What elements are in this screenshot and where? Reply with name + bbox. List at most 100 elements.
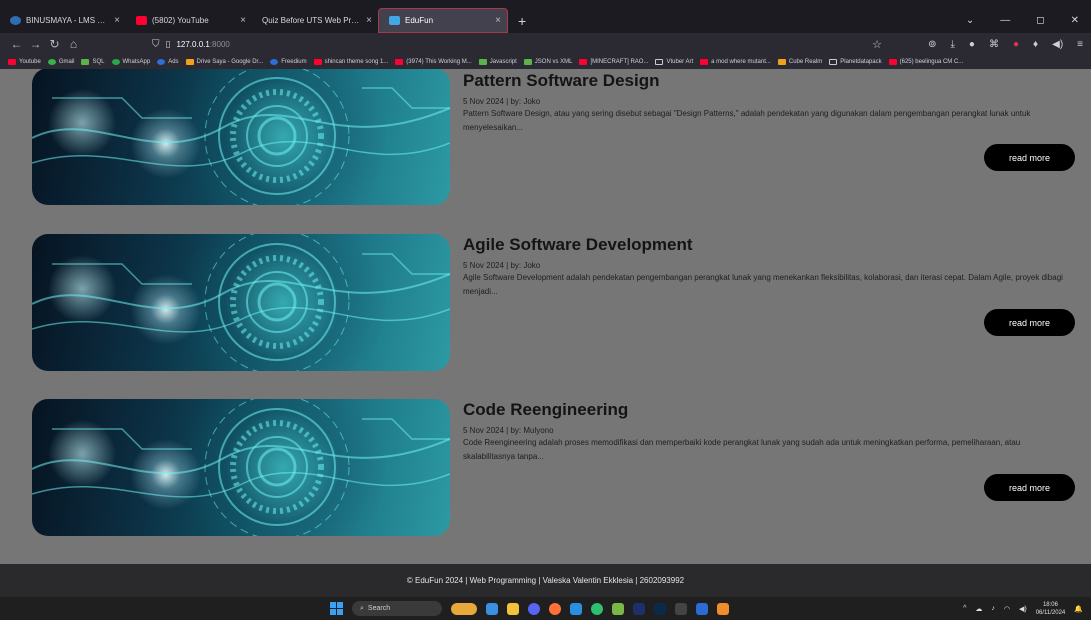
close-tab-icon[interactable]: ×	[114, 15, 120, 26]
extension-icon[interactable]: ♦	[1033, 39, 1038, 50]
reload-icon[interactable]: ↻	[46, 37, 63, 51]
bookmark-item[interactable]: Vtuber Art	[655, 59, 693, 65]
bookmark-item[interactable]: Freedium	[270, 59, 307, 65]
windows-start-icon[interactable]	[330, 602, 343, 615]
premiere-icon[interactable]	[633, 602, 645, 615]
account-icon[interactable]: ●	[969, 39, 975, 50]
article-thumbnail[interactable]	[32, 234, 450, 371]
tab-edufun[interactable]: EduFun ×	[378, 8, 508, 33]
youtube-icon	[579, 59, 588, 65]
close-tab-icon[interactable]: ×	[240, 15, 246, 26]
address-bar[interactable]: ⛉ ▯ 127.0.0.1:8000 ☆	[152, 35, 882, 53]
bookmark-item[interactable]: JSON vs XML	[523, 59, 572, 65]
microphone-icon[interactable]: ♪	[991, 605, 995, 612]
article-thumbnail[interactable]	[32, 69, 450, 205]
tab-list-icon[interactable]: ⌄	[966, 15, 974, 26]
notification-bell-icon[interactable]: 🔔	[1074, 605, 1083, 613]
bookmark-item[interactable]: Youtube	[8, 59, 41, 65]
download-icon[interactable]: ⤓	[951, 39, 955, 50]
menu-icon[interactable]: ≡	[1077, 39, 1083, 50]
bookmark-item[interactable]: a mod where mutant...	[700, 59, 771, 65]
maximize-icon[interactable]: ◻	[1036, 15, 1044, 26]
browser-nav-bar: ← → ↻ ⌂ ⛉ ▯ 127.0.0.1:8000 ☆ ⊚ ⤓ ● ⌘ ● ♦…	[0, 33, 1091, 55]
bookmark-item[interactable]: Cube Realm	[777, 59, 822, 65]
article-meta: 5 Nov 2024 | by: Joko	[463, 261, 541, 270]
read-more-button[interactable]: read more	[984, 144, 1075, 171]
binusmaya-icon	[10, 16, 21, 25]
minimize-icon[interactable]: —	[1000, 15, 1010, 26]
taskbar-search[interactable]: ⌕ Search	[352, 601, 442, 616]
word-icon[interactable]	[696, 602, 708, 615]
w3schools-icon	[523, 59, 532, 65]
sql-icon	[81, 59, 90, 65]
widgets-icon[interactable]	[451, 602, 477, 615]
bookmark-item[interactable]: (3974) This Working M...	[395, 59, 472, 65]
new-tab-button[interactable]: +	[508, 8, 536, 33]
green-app-icon[interactable]	[591, 602, 603, 615]
clock-date: 06/11/2024	[1035, 609, 1066, 616]
home-icon[interactable]: ⌂	[65, 37, 82, 51]
vscode-icon[interactable]	[570, 602, 582, 615]
pocket-icon[interactable]: ⊚	[928, 39, 936, 50]
tech-circuit-image	[32, 69, 450, 205]
bookmark-item[interactable]: SQL	[81, 59, 105, 65]
youtube-icon	[136, 16, 147, 25]
firefox-icon[interactable]	[549, 602, 561, 615]
clock-time: 18:06	[1042, 601, 1058, 608]
article-title[interactable]: Pattern Software Design	[463, 71, 660, 91]
bookmark-item[interactable]: Gmail	[47, 59, 74, 65]
article-title[interactable]: Code Reengineering	[463, 400, 628, 420]
article-excerpt: Code Reengineering adalah proses memodif…	[463, 438, 1021, 461]
file-explorer-icon[interactable]	[507, 602, 519, 615]
tab-quiz[interactable]: Quiz Before UTS Web Prog COMP6 ×	[252, 8, 378, 33]
chevron-up-icon[interactable]: ^	[963, 605, 966, 612]
bookmark-item[interactable]: [MINECRAFT] RAO...	[579, 59, 648, 65]
xampp-icon[interactable]	[717, 602, 729, 615]
freedium-icon	[270, 59, 279, 65]
close-tab-icon[interactable]: ×	[495, 15, 501, 26]
bookmark-star-icon[interactable]: ☆	[872, 38, 882, 51]
bookmark-item[interactable]: shincan theme song 1...	[313, 59, 388, 65]
edufun-icon	[389, 16, 400, 25]
read-more-button[interactable]: read more	[984, 474, 1075, 501]
article-meta: 5 Nov 2024 | by: Mulyono	[463, 426, 554, 435]
system-clock[interactable]: 18:06 06/11/2024	[1036, 601, 1066, 617]
bookmark-item[interactable]: Planetdatapack	[829, 59, 882, 65]
back-icon[interactable]: ←	[8, 37, 25, 51]
footer-text: © EduFun 2024 | Web Programming | Valesk…	[406, 576, 685, 585]
page-info-icon[interactable]: ▯	[166, 39, 171, 50]
bookmark-item[interactable]: Ads	[157, 59, 179, 65]
task-view-icon[interactable]	[486, 602, 498, 615]
bookmark-item[interactable]: Javascript	[478, 59, 517, 65]
bookmark-item[interactable]: (625) beelingua CM C...	[888, 59, 963, 65]
minecraft-icon[interactable]	[612, 602, 624, 615]
page-content: Pattern Software Design 5 Nov 2024 | by:…	[0, 69, 1091, 564]
bookmark-item[interactable]: Drive Saya - Google Dr...	[185, 59, 263, 65]
article-meta: 5 Nov 2024 | by: Joko	[463, 97, 541, 106]
gmail-icon	[47, 59, 56, 65]
w3schools-icon	[478, 59, 487, 65]
windows-taskbar: ⌕ Search ^ ☁ ♪ ◠ ◀) 18:06 06/11/2024 🔔	[0, 597, 1091, 620]
extensions-icon[interactable]: ⌘	[989, 39, 999, 50]
ads-icon	[157, 59, 166, 65]
notion-icon[interactable]	[675, 602, 687, 615]
close-window-icon[interactable]: ✕	[1071, 15, 1079, 26]
wifi-icon[interactable]: ◠	[1004, 605, 1010, 613]
tab-binusmaya[interactable]: BINUSMAYA - LMS Courses ×	[0, 8, 126, 33]
photoshop-icon[interactable]	[654, 602, 666, 615]
forward-icon[interactable]: →	[27, 37, 44, 51]
read-more-button[interactable]: read more	[984, 309, 1075, 336]
cube-realm-icon	[777, 59, 786, 65]
discord-icon[interactable]	[528, 602, 540, 615]
article-title[interactable]: Agile Software Development	[463, 235, 693, 255]
tab-youtube[interactable]: (5802) YouTube ×	[126, 8, 252, 33]
bookmarks-bar: Youtube Gmail SQL WhatsApp Ads Drive Say…	[0, 55, 1091, 69]
volume-icon[interactable]: ◀)	[1019, 605, 1027, 613]
close-tab-icon[interactable]: ×	[366, 15, 372, 26]
audio-icon[interactable]: ◀)	[1052, 39, 1063, 50]
bookmark-item[interactable]: WhatsApp	[111, 59, 150, 65]
adblock-icon[interactable]: ●	[1013, 39, 1019, 50]
cloud-icon[interactable]: ☁	[975, 605, 982, 613]
shield-icon[interactable]: ⛉	[152, 39, 160, 50]
article-thumbnail[interactable]	[32, 399, 450, 536]
